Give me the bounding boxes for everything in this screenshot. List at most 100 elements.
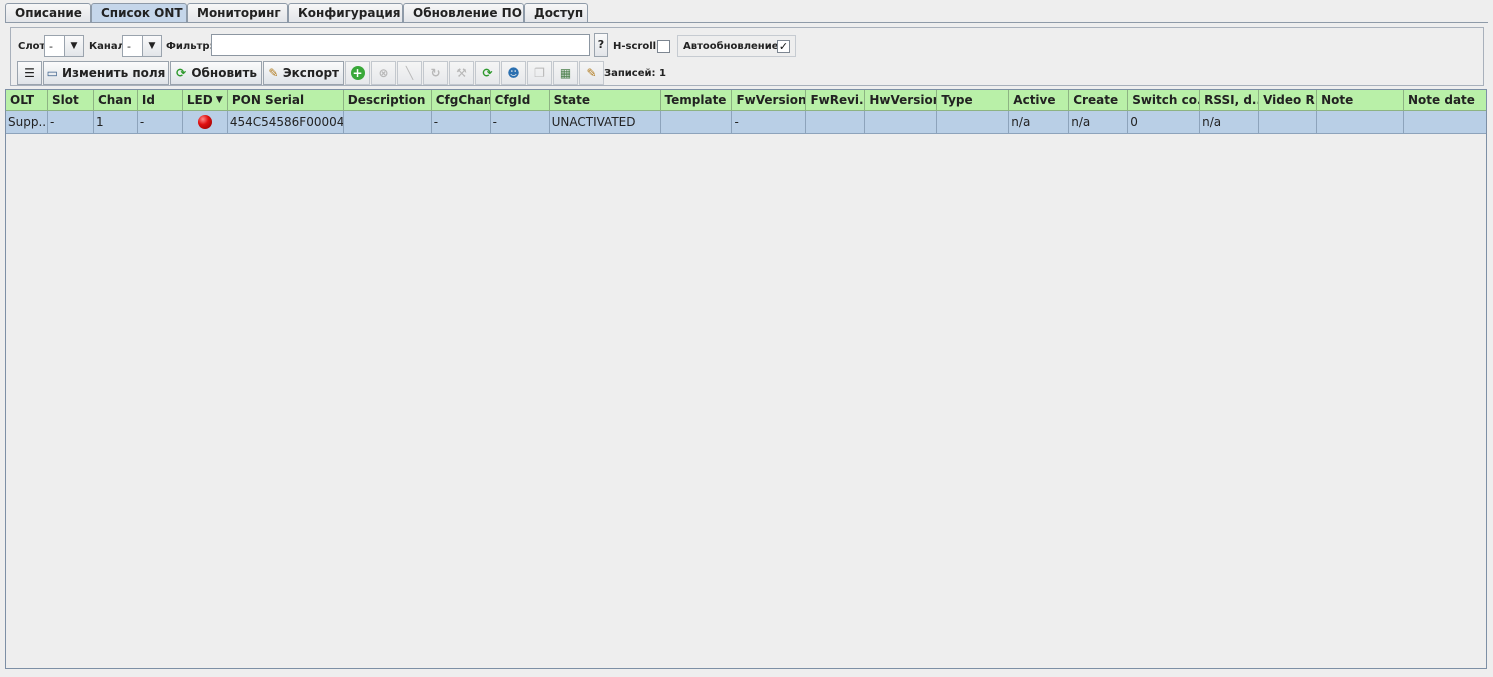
columns-list-button[interactable]: ☰ xyxy=(17,61,42,85)
table-cell: UNACTIVATED xyxy=(549,111,661,134)
table-header: OLT Slot Chan Id LED ▼ PON Serial Descri… xyxy=(6,90,1486,111)
refresh-button[interactable]: ⟳ Обновить xyxy=(170,61,262,85)
sort-desc-icon: ▼ xyxy=(215,95,223,105)
slot-select[interactable]: - ▼ xyxy=(44,35,84,57)
col-header[interactable]: Note date xyxy=(1404,90,1486,111)
reload-button[interactable]: ⟳ xyxy=(475,61,500,85)
table-icon: ▦ xyxy=(559,65,572,80)
col-header[interactable]: Active xyxy=(1009,90,1070,111)
col-header[interactable]: Slot xyxy=(47,90,94,111)
user-button[interactable]: ☻ xyxy=(501,61,526,85)
table-cell: n/a xyxy=(1069,111,1129,134)
ont-table: OLT Slot Chan Id LED ▼ PON Serial Descri… xyxy=(5,89,1487,669)
reload-icon: ⟳ xyxy=(482,65,493,80)
table-cell xyxy=(806,111,866,134)
table-cell xyxy=(343,111,432,134)
refresh-icon: ⟳ xyxy=(176,65,187,80)
filter-panel: Слот - ▼ Канал - ▼ Фильтр: ? H-scroll Ав… xyxy=(10,27,1484,86)
table-cell xyxy=(660,111,733,134)
export-icon: ✎ xyxy=(268,65,279,80)
table-row[interactable]: Supp... - 1 - 454C54586F000048 - - UNACT… xyxy=(6,111,1486,134)
pencil-icon: ╲ xyxy=(405,65,414,80)
col-header[interactable]: Chan xyxy=(93,90,138,111)
table-cell: 454C54586F000048 xyxy=(227,111,344,134)
user-icon: ☻ xyxy=(507,65,520,80)
records-count: Записей: 1 xyxy=(604,68,666,79)
delete-ont-button[interactable]: ⊗ xyxy=(371,61,396,85)
filter-input[interactable] xyxy=(211,34,590,56)
col-header[interactable]: Switch co... xyxy=(1128,90,1201,111)
table-cell: 1 xyxy=(93,111,138,134)
redo-button[interactable]: ↻ xyxy=(423,61,448,85)
col-header[interactable]: Create xyxy=(1069,90,1129,111)
export-label: Экспорт xyxy=(282,66,339,80)
autoupdate-label: Автообновление xyxy=(683,41,779,52)
table-cell xyxy=(1259,111,1318,134)
table-cell xyxy=(1317,111,1405,134)
table-cell: - xyxy=(47,111,94,134)
col-header[interactable]: Id xyxy=(137,90,183,111)
col-header[interactable]: PON Serial xyxy=(227,90,344,111)
led-cell xyxy=(182,111,228,134)
col-header[interactable]: FwRevi... xyxy=(806,90,866,111)
table-cell xyxy=(937,111,1010,134)
tab-firmware-update[interactable]: Обновление ПО xyxy=(403,3,524,23)
table-cell: - xyxy=(137,111,183,134)
fields-icon: ▭ xyxy=(46,65,58,80)
led-red-icon xyxy=(197,114,212,129)
add-ont-button[interactable]: + xyxy=(345,61,370,85)
wrench-icon: ⚒ xyxy=(456,65,467,80)
col-header[interactable]: HwVersion xyxy=(865,90,938,111)
table-cell: n/a xyxy=(1200,111,1260,134)
col-header[interactable]: Note xyxy=(1317,90,1405,111)
edit-fields-label: Изменить поля xyxy=(61,66,166,80)
list-icon: ☰ xyxy=(24,65,35,80)
export-button[interactable]: ✎ Экспорт xyxy=(263,61,344,85)
col-header[interactable]: Description xyxy=(343,90,432,111)
tab-ont-list[interactable]: Список ONT xyxy=(91,3,187,23)
configure-button[interactable]: ⚒ xyxy=(449,61,474,85)
col-header[interactable]: CfgId xyxy=(490,90,550,111)
col-header[interactable]: State xyxy=(549,90,661,111)
tab-description[interactable]: Описание xyxy=(5,3,91,23)
col-header[interactable]: Type xyxy=(937,90,1010,111)
edit-fields-button[interactable]: ▭ Изменить поля xyxy=(43,61,169,85)
copy-button[interactable]: ❐ xyxy=(527,61,552,85)
table-cell: Supp... xyxy=(6,111,48,134)
table-button[interactable]: ▦ xyxy=(553,61,578,85)
refresh-label: Обновить xyxy=(191,66,257,80)
tab-access[interactable]: Доступ xyxy=(524,3,588,23)
channel-select[interactable]: - ▼ xyxy=(122,35,162,57)
plus-circle-icon: + xyxy=(350,66,365,80)
chevron-down-icon[interactable]: ▼ xyxy=(142,36,161,56)
table-cell: - xyxy=(490,111,550,134)
hscroll-checkbox[interactable] xyxy=(657,40,670,53)
tab-monitoring[interactable]: Мониторинг xyxy=(187,3,288,23)
col-header[interactable]: FwVersion xyxy=(732,90,807,111)
edit-ont-button[interactable]: ╲ xyxy=(397,61,422,85)
col-header[interactable]: RSSI, d... xyxy=(1200,90,1260,111)
col-header[interactable]: CfgChan xyxy=(431,90,491,111)
filter-help-button[interactable]: ? xyxy=(594,33,608,57)
col-header-led[interactable]: LED ▼ xyxy=(182,90,228,111)
col-header[interactable]: Template xyxy=(660,90,733,111)
channel-label: Канал xyxy=(89,41,125,52)
filter-label: Фильтр: xyxy=(166,41,214,52)
tab-configuration[interactable]: Конфигурация xyxy=(288,3,403,23)
col-header[interactable]: OLT xyxy=(6,90,48,111)
export-icon: ✎ xyxy=(586,65,597,80)
table-cell xyxy=(1404,111,1486,134)
hscroll-label: H-scroll xyxy=(613,41,657,52)
close-circle-icon: ⊗ xyxy=(378,65,389,80)
autoupdate-checkbox[interactable]: ✓ xyxy=(777,40,790,53)
export-small-button[interactable]: ✎ xyxy=(579,61,604,85)
table-cell: n/a xyxy=(1009,111,1070,134)
redo-icon: ↻ xyxy=(430,65,441,80)
slot-select-value: - xyxy=(49,39,53,53)
copy-icon: ❐ xyxy=(534,65,545,80)
col-header-label: LED xyxy=(186,93,213,107)
chevron-down-icon[interactable]: ▼ xyxy=(64,36,83,56)
table-cell: - xyxy=(732,111,807,134)
col-header[interactable]: Video R... xyxy=(1259,90,1318,111)
slot-label: Слот xyxy=(18,41,46,52)
